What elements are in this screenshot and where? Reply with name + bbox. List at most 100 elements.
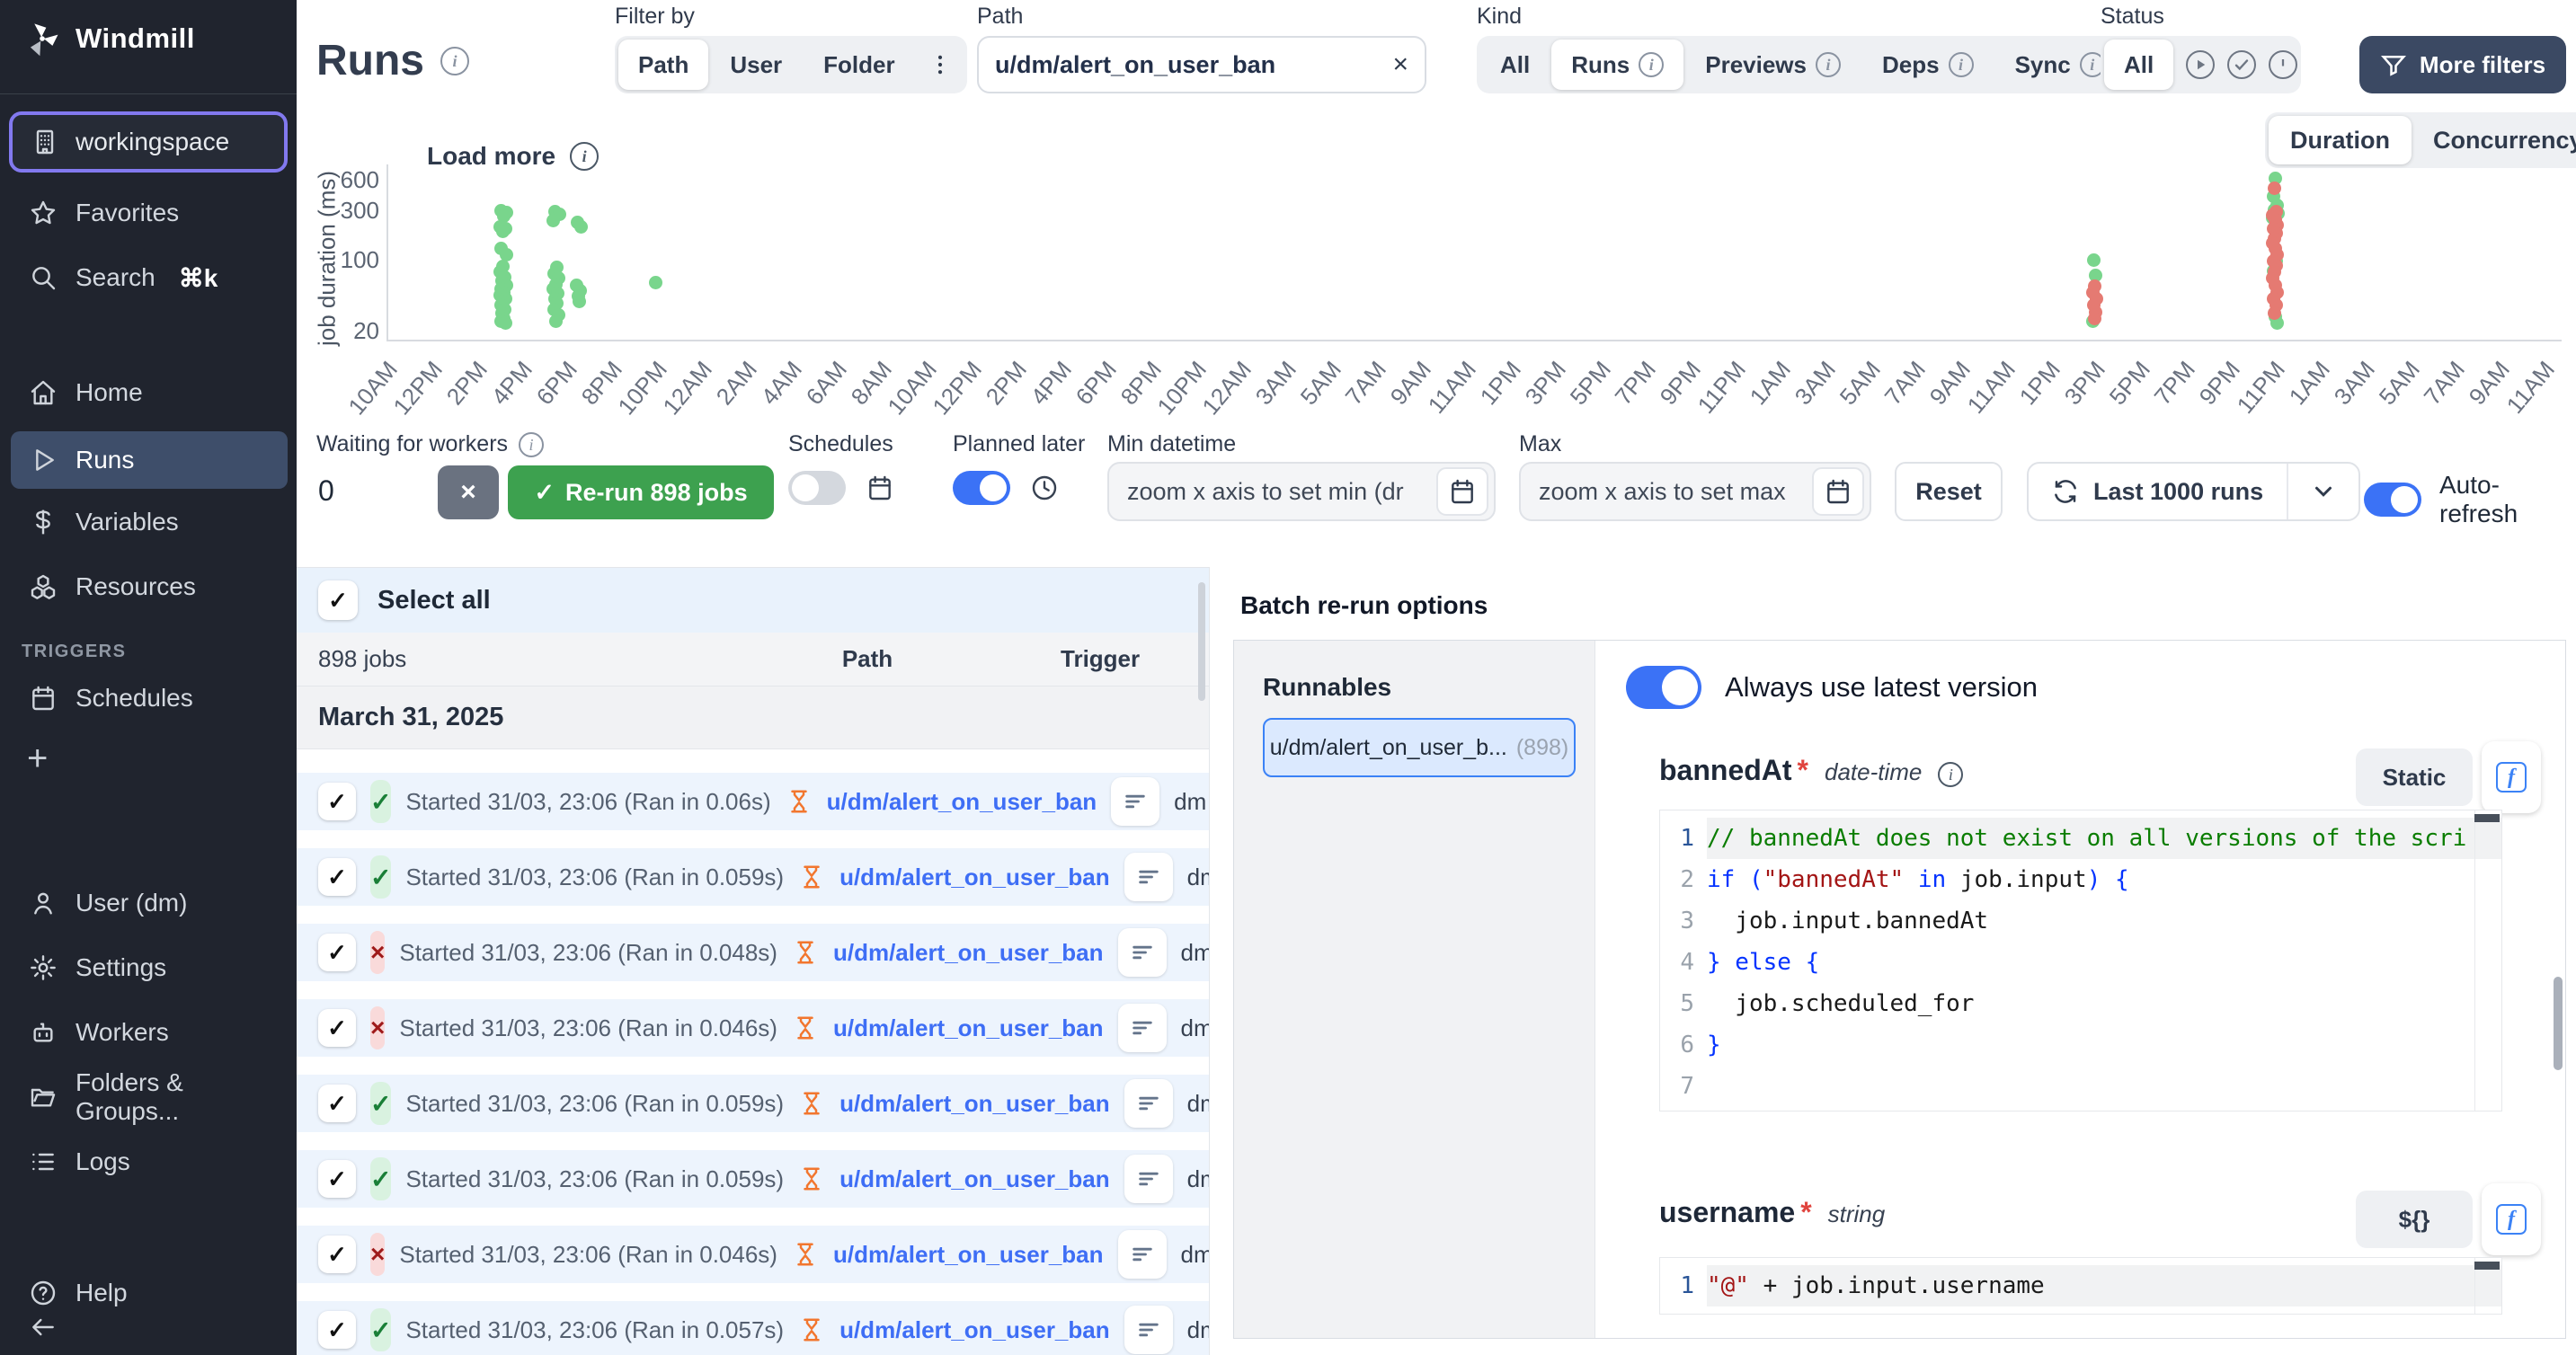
app-logo-row[interactable]: Windmill — [23, 20, 195, 58]
sidebar-item-home[interactable]: Home — [11, 367, 288, 419]
runnable-chip[interactable]: u/dm/alert_on_user_b... (898) — [1263, 718, 1576, 777]
sidebar-item-schedules[interactable]: Schedules — [11, 672, 288, 724]
filter-by-more-kebab[interactable] — [917, 40, 964, 90]
autorefresh-toggle[interactable] — [2364, 483, 2421, 517]
editor-scrollbar-thumb[interactable] — [2474, 1262, 2500, 1270]
kind-option-deps[interactable]: Depsi — [1862, 40, 1994, 90]
username-javascript-button[interactable]: f — [2482, 1183, 2541, 1255]
job-args-button[interactable] — [1124, 1306, 1173, 1354]
table-row[interactable]: ✓×Started 31/03, 23:06 (Ran in 0.046s)u/… — [297, 999, 1209, 1057]
kind-option-runs[interactable]: Runsi — [1551, 40, 1683, 90]
table-row[interactable]: ✓✓Started 31/03, 23:06 (Ran in 0.057s)u/… — [297, 1301, 1209, 1355]
collapse-sidebar-button[interactable] — [11, 1307, 83, 1347]
row-checkbox[interactable]: ✓ — [318, 1235, 356, 1273]
sidebar-item-search[interactable]: Search⌘k — [11, 252, 288, 304]
editor-scrollbar-thumb[interactable] — [2474, 814, 2500, 822]
sidebar-item-resources[interactable]: Resources — [11, 561, 288, 613]
more-filters-button[interactable]: More filters — [2359, 36, 2566, 93]
job-args-button[interactable] — [1111, 777, 1159, 826]
status-option-play-circle-icon[interactable] — [2186, 50, 2215, 79]
job-path-link[interactable]: u/dm/alert_on_user_ban — [839, 1316, 1110, 1344]
table-row[interactable]: ✓✓Started 31/03, 23:06 (Ran in 0.059s)u/… — [297, 848, 1209, 906]
table-row[interactable]: ✓×Started 31/03, 23:06 (Ran in 0.048s)u/… — [297, 924, 1209, 981]
bannedat-javascript-button[interactable]: f — [2482, 741, 2541, 813]
sidebar-item-variables[interactable]: Variables — [11, 496, 288, 548]
job-point-success[interactable] — [546, 214, 560, 227]
username-mode-template[interactable]: ${} — [2356, 1191, 2473, 1248]
add-trigger-button[interactable]: + — [27, 739, 48, 779]
min-datetime-input[interactable]: zoom x axis to set min (dr — [1127, 478, 1436, 506]
bannedat-info-icon[interactable]: i — [1938, 762, 1963, 787]
waiting-info-icon[interactable]: i — [519, 432, 544, 457]
last-runs-dropdown[interactable]: Last 1000 runs — [2027, 462, 2360, 521]
job-args-button[interactable] — [1118, 928, 1167, 977]
kind-option-previews[interactable]: Previewsi — [1685, 40, 1861, 90]
status-option-alert-circle-icon[interactable] — [2269, 50, 2297, 79]
tab-concurrency[interactable]: Concurrency — [2412, 116, 2576, 164]
sidebar-item-user-dm[interactable]: User (dm) — [11, 877, 288, 929]
row-checkbox[interactable]: ✓ — [318, 858, 356, 896]
job-path-link[interactable]: u/dm/alert_on_user_ban — [827, 788, 1097, 816]
row-checkbox[interactable]: ✓ — [318, 1160, 356, 1198]
job-path-link[interactable]: u/dm/alert_on_user_ban — [833, 939, 1104, 967]
planned-later-toggle[interactable] — [953, 471, 1010, 505]
username-code-editor[interactable]: 1"@" + job.input.username — [1659, 1257, 2502, 1315]
path-filter-input[interactable] — [995, 51, 1392, 79]
job-args-button[interactable] — [1124, 1155, 1173, 1203]
job-path-link[interactable]: u/dm/alert_on_user_ban — [839, 1165, 1110, 1193]
job-args-button[interactable] — [1124, 1079, 1173, 1128]
status-option-check-circle-icon[interactable] — [2227, 50, 2256, 79]
bannedat-mode-static[interactable]: Static — [2356, 748, 2473, 806]
job-path-link[interactable]: u/dm/alert_on_user_ban — [833, 1014, 1104, 1042]
sidebar-item-logs[interactable]: Logs — [11, 1136, 288, 1188]
sidebar-item-settings[interactable]: Settings — [11, 942, 288, 994]
filter-by-option-user[interactable]: User — [710, 40, 802, 90]
job-point-success[interactable] — [496, 225, 510, 238]
max-datetime-calendar-button[interactable] — [1812, 467, 1864, 516]
runs-info-icon[interactable]: i — [440, 47, 469, 75]
job-path-link[interactable]: u/dm/alert_on_user_ban — [839, 863, 1110, 891]
table-row[interactable]: ✓✓Started 31/03, 23:06 (Ran in 0.06s)u/d… — [297, 773, 1209, 830]
duration-scatter-plot[interactable] — [386, 164, 2562, 341]
status-option-all[interactable]: All — [2104, 40, 2173, 90]
row-checkbox[interactable]: ✓ — [318, 783, 356, 820]
reset-button[interactable]: Reset — [1895, 462, 2003, 521]
schedules-toggle[interactable] — [788, 471, 846, 505]
latest-version-toggle[interactable] — [1626, 666, 1701, 709]
kind-option-all[interactable]: All — [1480, 40, 1550, 90]
sidebar-item-workers[interactable]: Workers — [11, 1006, 288, 1058]
job-point-success[interactable] — [549, 314, 563, 328]
job-point-failure[interactable] — [2088, 312, 2101, 325]
min-datetime-calendar-button[interactable] — [1436, 467, 1488, 516]
rerun-jobs-button[interactable]: ✓ Re-run 898 jobs — [508, 465, 774, 519]
last-runs-chevron[interactable] — [2287, 464, 2358, 519]
row-checkbox[interactable]: ✓ — [318, 1009, 356, 1047]
row-checkbox[interactable]: ✓ — [318, 1311, 356, 1349]
select-all-checkbox[interactable]: ✓ — [318, 580, 358, 620]
filter-by-option-path[interactable]: Path — [618, 40, 708, 90]
job-point-success[interactable] — [573, 295, 586, 308]
row-checkbox[interactable]: ✓ — [318, 1085, 356, 1122]
jobs-scrollbar[interactable] — [1198, 582, 1205, 701]
sidebar-item-folders-groups[interactable]: Folders & Groups... — [11, 1071, 288, 1123]
table-row[interactable]: ✓×Started 31/03, 23:06 (Ran in 0.046s)u/… — [297, 1226, 1209, 1283]
sidebar-item-runs[interactable]: Runs — [11, 431, 288, 489]
job-point-success[interactable] — [2087, 253, 2101, 267]
table-row[interactable]: ✓✓Started 31/03, 23:06 (Ran in 0.059s)u/… — [297, 1150, 1209, 1208]
sidebar-item-favorites[interactable]: Favorites — [11, 187, 288, 239]
job-point-success[interactable] — [574, 220, 588, 234]
job-path-link[interactable]: u/dm/alert_on_user_ban — [833, 1241, 1104, 1269]
job-point-failure[interactable] — [2268, 182, 2281, 195]
job-point-success[interactable] — [649, 276, 662, 289]
bannedat-code-editor[interactable]: 1// bannedAt does not exist on all versi… — [1659, 810, 2502, 1111]
max-datetime-input[interactable]: zoom x axis to set max — [1539, 478, 1812, 506]
job-point-success[interactable] — [499, 316, 512, 330]
job-path-link[interactable]: u/dm/alert_on_user_ban — [839, 1090, 1110, 1118]
panel-scrollbar[interactable] — [2554, 977, 2563, 1070]
job-args-button[interactable] — [1124, 853, 1173, 901]
clear-path-icon[interactable]: × — [1392, 49, 1408, 80]
cancel-selection-button[interactable]: × — [438, 465, 499, 519]
row-checkbox[interactable]: ✓ — [318, 934, 356, 971]
job-args-button[interactable] — [1118, 1004, 1167, 1052]
tab-duration[interactable]: Duration — [2269, 116, 2412, 164]
